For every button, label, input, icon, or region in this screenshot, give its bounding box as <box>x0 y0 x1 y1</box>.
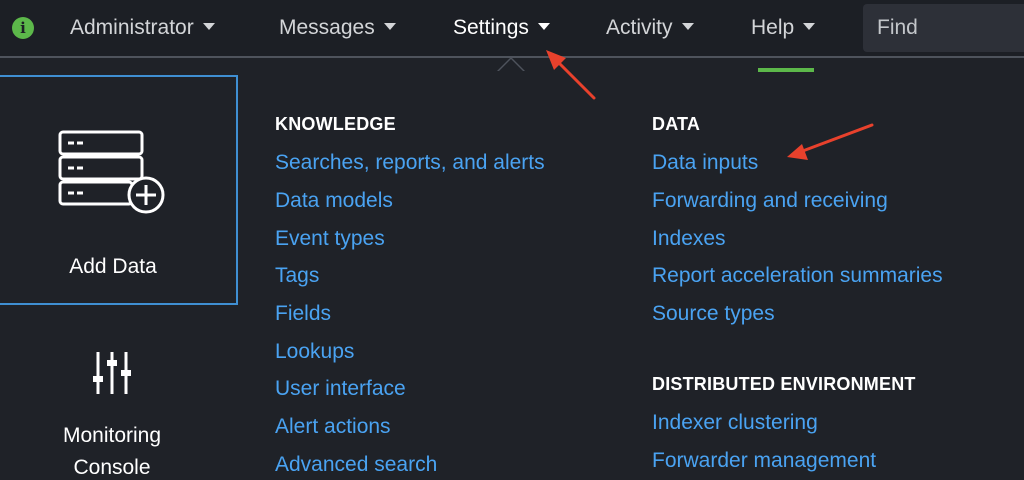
link-source-types[interactable]: Source types <box>652 302 775 326</box>
nav-activity-label: Activity <box>606 16 673 39</box>
nav-administrator-menu[interactable]: Administrator <box>70 14 215 42</box>
link-data-inputs[interactable]: Data inputs <box>652 151 758 175</box>
link-indexer-clustering[interactable]: Indexer clustering <box>652 411 818 435</box>
info-icon[interactable]: i <box>12 17 34 39</box>
sliders-icon <box>93 352 131 394</box>
caret-down-icon <box>537 22 550 30</box>
link-fields[interactable]: Fields <box>275 302 331 326</box>
caret-down-icon <box>202 22 215 30</box>
nav-messages-menu[interactable]: Messages <box>279 14 396 42</box>
link-forwarding-receiving[interactable]: Forwarding and receiving <box>652 189 888 213</box>
nav-settings-menu[interactable]: Settings <box>453 14 550 42</box>
link-advanced-search[interactable]: Advanced search <box>275 453 437 477</box>
dropdown-pointer <box>499 59 523 71</box>
data-section-title: DATA <box>652 114 701 134</box>
link-data-models[interactable]: Data models <box>275 189 393 213</box>
monitoring-console-label-line1: Monitoring <box>62 424 162 447</box>
find-input[interactable] <box>863 4 1024 52</box>
link-tags[interactable]: Tags <box>275 264 319 288</box>
caret-down-icon <box>803 22 816 30</box>
link-indexes[interactable]: Indexes <box>652 227 726 251</box>
nav-activity-menu[interactable]: Activity <box>606 14 694 42</box>
nav-messages-label: Messages <box>279 16 375 39</box>
add-data-icon <box>58 130 165 214</box>
annotation-arrowhead-data-inputs <box>787 144 808 160</box>
monitoring-console-label-line2: Console <box>73 456 151 479</box>
nav-settings-label: Settings <box>453 16 529 39</box>
link-alert-actions[interactable]: Alert actions <box>275 415 391 439</box>
link-report-acceleration-summaries[interactable]: Report acceleration summaries <box>652 264 943 288</box>
annotation-arrow-data-inputs <box>798 123 874 154</box>
link-lookups[interactable]: Lookups <box>275 340 354 364</box>
link-searches-reports-alerts[interactable]: Searches, reports, and alerts <box>275 151 545 175</box>
distributed-environment-section-title: DISTRIBUTED ENVIRONMENT <box>652 374 916 394</box>
nav-help-menu[interactable]: Help <box>751 14 816 42</box>
annotation-arrow-settings <box>554 58 596 100</box>
top-nav-bar: i Administrator Messages Settings Activi… <box>0 0 1024 56</box>
add-data-label: Add Data <box>69 255 157 278</box>
nav-help-label: Help <box>751 16 795 39</box>
add-data-tile[interactable]: Add Data <box>0 75 238 305</box>
nav-active-indicator <box>758 68 814 72</box>
link-forwarder-management[interactable]: Forwarder management <box>652 449 876 473</box>
caret-down-icon <box>681 22 694 30</box>
link-user-interface[interactable]: User interface <box>275 377 406 401</box>
monitoring-console-tile[interactable]: Monitoring Console <box>0 330 238 479</box>
nav-administrator-label: Administrator <box>70 16 194 39</box>
knowledge-section-title: KNOWLEDGE <box>275 114 396 134</box>
link-event-types[interactable]: Event types <box>275 227 385 251</box>
caret-down-icon <box>383 22 396 30</box>
